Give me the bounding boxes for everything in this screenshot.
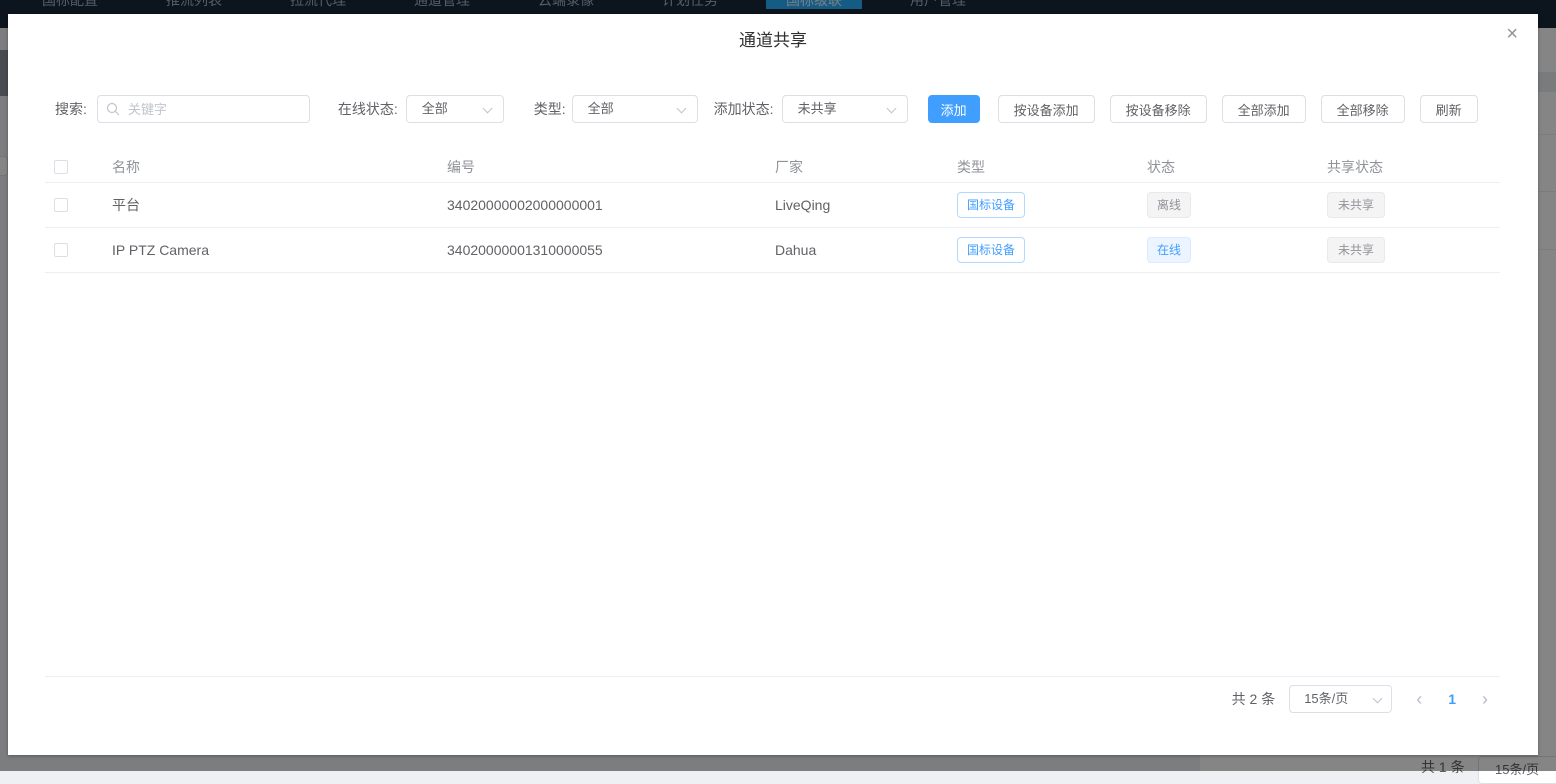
share-status-tag: 未共享	[1327, 192, 1385, 218]
status-tag: 在线	[1147, 237, 1191, 263]
cell-name: 平台	[112, 195, 447, 215]
refresh-button[interactable]: 刷新	[1420, 95, 1478, 123]
search-input[interactable]	[97, 95, 310, 123]
add-status-value: 未共享	[798, 101, 837, 116]
channel-table: 名称 编号 厂家 类型 状态 共享状态 平台 34020000002000000…	[45, 152, 1500, 677]
search-icon	[106, 102, 120, 119]
table-row: 平台 34020000002000000001 LiveQing 国标设备 离线…	[45, 183, 1500, 228]
cell-status: 在线	[1147, 237, 1327, 263]
page-size-value: 15条/页	[1304, 691, 1348, 706]
type-tag: 国标设备	[957, 192, 1025, 218]
prev-page-icon[interactable]: ‹	[1416, 685, 1422, 713]
row-checkbox-cell	[45, 243, 112, 257]
cell-type: 国标设备	[957, 237, 1147, 263]
add-button[interactable]: 添加	[928, 95, 980, 123]
chevron-down-icon	[1373, 694, 1383, 704]
online-status-label: 在线状态:	[338, 99, 398, 119]
online-status-value: 全部	[422, 101, 448, 116]
type-value: 全部	[588, 101, 614, 116]
add-status-select[interactable]: 未共享	[782, 95, 908, 123]
add-status-label: 添加状态:	[714, 99, 774, 119]
type-label: 类型:	[534, 99, 566, 119]
search-label: 搜索:	[55, 99, 87, 119]
cell-number: 34020000001310000055	[447, 242, 775, 258]
cell-share-status: 未共享	[1327, 192, 1500, 218]
filter-bar: 搜索: 在线状态: 全部 类型: 全部 添加状态: 未共享 添加 按设备	[8, 95, 1538, 123]
add-all-button[interactable]: 全部添加	[1222, 95, 1306, 123]
row-checkbox[interactable]	[54, 243, 68, 257]
next-page-icon[interactable]: ›	[1482, 685, 1488, 713]
table-body: 平台 34020000002000000001 LiveQing 国标设备 离线…	[45, 183, 1500, 273]
table-row: IP PTZ Camera 34020000001310000055 Dahua…	[45, 228, 1500, 273]
cell-vendor: LiveQing	[775, 197, 957, 213]
share-status-tag: 未共享	[1327, 237, 1385, 263]
chevron-down-icon	[886, 104, 896, 114]
cell-number: 34020000002000000001	[447, 197, 775, 213]
cell-name: IP PTZ Camera	[112, 242, 447, 258]
col-header-name: 名称	[112, 157, 447, 177]
status-tag: 离线	[1147, 192, 1191, 218]
header-checkbox-cell	[45, 160, 112, 174]
col-header-vendor: 厂家	[775, 157, 957, 177]
cell-type: 国标设备	[957, 192, 1147, 218]
cell-share-status: 未共享	[1327, 237, 1500, 263]
select-all-checkbox[interactable]	[54, 160, 68, 174]
type-select[interactable]: 全部	[572, 95, 698, 123]
col-header-status: 状态	[1147, 157, 1327, 177]
chevron-down-icon	[482, 104, 492, 114]
row-checkbox[interactable]	[54, 198, 68, 212]
channel-share-dialog: 通道共享 × 搜索: 在线状态: 全部 类型: 全部 添加状态: 未共享	[8, 14, 1538, 755]
remove-all-button[interactable]: 全部移除	[1321, 95, 1405, 123]
search-box	[97, 95, 310, 123]
cell-vendor: Dahua	[775, 242, 957, 258]
current-page[interactable]: 1	[1448, 691, 1456, 707]
cell-status: 离线	[1147, 192, 1327, 218]
online-status-select[interactable]: 全部	[406, 95, 504, 123]
col-header-share-status: 共享状态	[1327, 157, 1500, 177]
pagination: 共 2 条 15条/页 ‹ 1 ›	[1232, 685, 1488, 713]
dialog-title: 通道共享	[8, 14, 1538, 51]
chevron-down-icon	[676, 104, 686, 114]
page-size-select[interactable]: 15条/页	[1289, 685, 1392, 713]
table-header-row: 名称 编号 厂家 类型 状态 共享状态	[45, 152, 1500, 183]
remove-by-device-button[interactable]: 按设备移除	[1110, 95, 1207, 123]
col-header-number: 编号	[447, 157, 775, 177]
total-count: 共 2 条	[1232, 689, 1276, 709]
row-checkbox-cell	[45, 198, 112, 212]
close-icon[interactable]: ×	[1506, 24, 1518, 44]
add-by-device-button[interactable]: 按设备添加	[998, 95, 1095, 123]
col-header-type: 类型	[957, 157, 1147, 177]
type-tag: 国标设备	[957, 237, 1025, 263]
